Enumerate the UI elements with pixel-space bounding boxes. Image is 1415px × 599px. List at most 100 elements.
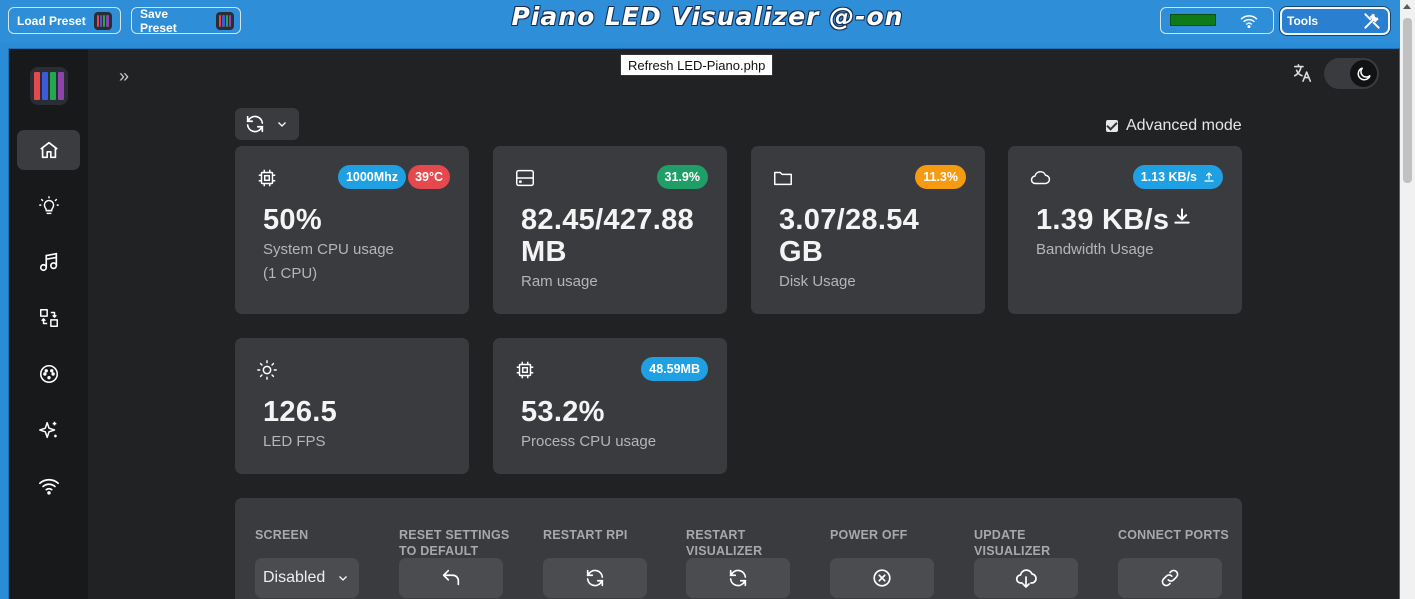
led-fps-label: LED FPS: [263, 433, 326, 450]
undo-icon: [442, 569, 460, 586]
reset-label-line2: to default: [399, 544, 479, 558]
folder-icon: [774, 171, 792, 186]
sidebar-item-home[interactable]: [17, 130, 80, 170]
checkbox-icon[interactable]: [1106, 120, 1118, 132]
connect-ports-label: Connect ports: [1118, 528, 1229, 542]
cpu-frequency-badge: 1000Mhz: [337, 165, 407, 189]
power-off-button[interactable]: [830, 558, 934, 598]
translate-icon[interactable]: [1292, 62, 1314, 84]
page-scrollbar[interactable]: [1400, 0, 1415, 599]
moon-icon: [1350, 60, 1377, 87]
cpu-usage-card: 1000Mhz 39°C 50% System CPU usage (1 CPU…: [235, 146, 469, 314]
bandwidth-usage-card: 1.13 KB/s 1.39 KB/s Bandwidth Usage: [1008, 146, 1242, 314]
midi-port-icon: [39, 364, 58, 384]
wifi-icon: [1240, 15, 1258, 29]
reset-settings-button[interactable]: [399, 558, 503, 598]
led-fps-value: 126.5: [263, 396, 338, 428]
music-note-icon: [39, 252, 57, 272]
ram-badges: 31.9%: [656, 165, 708, 189]
disk-percent-badge: 11.3%: [915, 165, 966, 189]
ram-usage-unit: MB: [521, 236, 567, 268]
refresh-icon: [729, 569, 747, 587]
close-circle-icon: [873, 569, 891, 587]
process-cpu-label: Process CPU usage: [521, 433, 657, 450]
process-cpu-card: 48.59MB 53.2% Process CPU usage: [493, 338, 727, 474]
cpu-icon: [258, 169, 276, 187]
update-label-line1: Update: [974, 528, 1026, 542]
chevron-down-icon: [339, 576, 348, 581]
refresh-tooltip: Refresh LED-Piano.php: [620, 54, 774, 76]
cpu-temperature-badge: 39°C: [408, 165, 450, 189]
sidebar-item-network[interactable]: [17, 466, 80, 506]
app-logo[interactable]: [30, 67, 68, 105]
expand-sidebar-icon[interactable]: »: [119, 66, 129, 87]
cpu-usage-value: 50%: [263, 204, 322, 236]
reset-settings-label: Reset settings to default: [399, 527, 509, 559]
sidebar: [9, 49, 88, 599]
power-off-label: Power off: [830, 528, 908, 542]
cloud-icon: [1030, 170, 1051, 185]
tools-label: Tools: [1287, 14, 1319, 28]
sidebar-item-ports[interactable]: [17, 354, 80, 394]
scroll-up-icon[interactable]: [1403, 4, 1411, 9]
refresh-interval-dropdown[interactable]: [235, 108, 299, 140]
sparkles-icon: [38, 421, 57, 439]
reset-label-line1: Reset settings: [399, 528, 510, 542]
update-label-line2: Visualizer: [974, 544, 1051, 558]
update-visualizer-button[interactable]: [974, 558, 1078, 598]
bandwidth-badges: 1.13 KB/s: [1132, 165, 1223, 189]
sun-icon: [257, 360, 277, 380]
chevron-down-icon: [278, 122, 286, 127]
update-visualizer-label: Update Visualizer: [974, 527, 1050, 559]
cpu-badges: 1000Mhz 39°C: [337, 165, 450, 189]
tools-icon: [1364, 13, 1380, 29]
refresh-icon: [246, 115, 264, 133]
led-fps-card: 126.5 LED FPS: [235, 338, 469, 474]
wifi-icon: [38, 478, 59, 495]
dark-mode-toggle[interactable]: [1324, 58, 1379, 89]
ram-usage-amount: 82.45/427.88: [521, 204, 694, 236]
restart-rpi-button[interactable]: [543, 558, 647, 598]
tools-button[interactable]: Tools: [1280, 7, 1390, 35]
cpu-usage-label: System CPU usage: [263, 241, 394, 258]
restart-visualizer-button[interactable]: [686, 558, 790, 598]
restart-visualizer-label: Restart Visualizer: [686, 527, 762, 559]
restart-visualizer-line2: Visualizer: [686, 544, 763, 558]
lightbulb-icon: [38, 196, 59, 215]
sidebar-item-songs[interactable]: [17, 242, 80, 282]
sidebar-item-led-settings[interactable]: [17, 186, 80, 226]
advanced-mode-checkbox[interactable]: Advanced mode: [1106, 117, 1242, 135]
advanced-mode-label: Advanced mode: [1126, 117, 1242, 134]
app-frame: » Refresh LED-Piano.php Advanced mode 10…: [8, 48, 1400, 599]
home-icon: [39, 141, 58, 159]
bandwidth-usage-label: Bandwidth Usage: [1036, 241, 1154, 258]
disk-usage-card: 11.3% 3.07/28.54 GB Disk Usage: [751, 146, 985, 314]
scrollbar-thumb[interactable]: [1403, 18, 1412, 183]
disk-badges: 11.3%: [915, 165, 966, 189]
sidebar-item-sequences[interactable]: [17, 298, 80, 338]
system-controls-panel: Screen Disabled Reset settings to default…: [235, 498, 1242, 599]
sidebar-item-animations[interactable]: [17, 410, 80, 450]
cpu-icon: [516, 361, 534, 379]
disk-usage-unit: GB: [779, 236, 824, 268]
ram-usage-value: 82.45/427.88 MB: [521, 204, 694, 268]
screen-label: Screen: [255, 528, 309, 542]
link-icon: [1161, 569, 1179, 587]
process-cpu-value: 53.2%: [521, 396, 605, 428]
disk-usage-amount: 3.07/28.54: [779, 204, 920, 236]
process-memory-badge: 48.59MB: [641, 357, 708, 381]
disk-usage-value: 3.07/28.54 GB: [779, 204, 919, 268]
upload-speed-value: 1.13 KB/s: [1140, 170, 1197, 184]
download-speed-value: 1.39 KB/s: [1036, 204, 1192, 236]
cpu-count-label: (1 CPU): [263, 265, 318, 282]
cloud-download-icon: [1015, 569, 1037, 588]
connect-ports-button[interactable]: [1118, 558, 1222, 598]
top-bar: Load Preset Save Preset Piano LED Visual…: [0, 0, 1415, 42]
screen-select[interactable]: Disabled: [255, 558, 359, 598]
connection-status[interactable]: [1160, 7, 1274, 34]
process-badges: 48.59MB: [641, 357, 708, 381]
download-speed-text: 1.39 KB/s: [1036, 204, 1170, 236]
ram-usage-card: 31.9% 82.45/427.88 MB Ram usage: [493, 146, 727, 314]
server-icon: [516, 169, 534, 187]
download-icon: [1174, 208, 1190, 224]
